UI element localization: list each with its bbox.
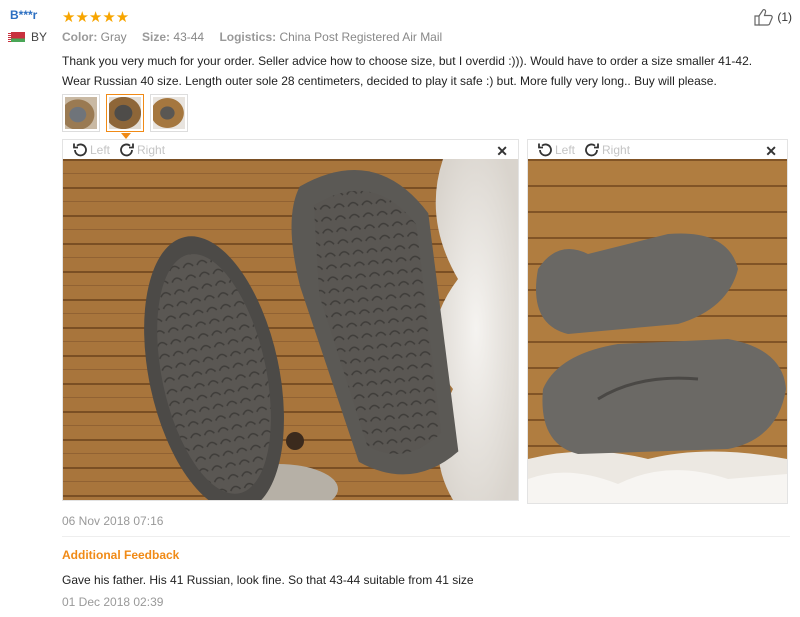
color-key: Color: bbox=[62, 30, 98, 44]
helpful-count: (1) bbox=[777, 10, 792, 24]
review-text: Thank you very much for your order. Sell… bbox=[62, 54, 753, 88]
thumbnail-image bbox=[153, 97, 185, 129]
thumbnail-image bbox=[65, 97, 97, 129]
reviewer-country: BY bbox=[8, 30, 58, 44]
reviewer-info: B***r BY bbox=[8, 8, 58, 44]
size-value: 43-44 bbox=[173, 30, 205, 44]
close-viewer-button[interactable]: ✕ bbox=[496, 143, 508, 160]
color-value: Gray bbox=[100, 30, 127, 44]
size-key: Size: bbox=[142, 30, 171, 44]
additional-feedback-date: 01 Dec 2018 02:39 bbox=[62, 595, 164, 609]
rotate-right-icon bbox=[585, 143, 599, 156]
photo-thumbnails bbox=[62, 94, 194, 139]
thumbnail-2[interactable] bbox=[106, 94, 144, 139]
rotate-left-icon bbox=[73, 143, 87, 156]
order-attributes: Color: Gray Size: 43-44 Logistics: China… bbox=[62, 30, 454, 44]
rotate-right-button[interactable]: Right bbox=[583, 141, 630, 159]
rotate-left-button[interactable]: Left bbox=[536, 141, 575, 159]
shoe-covers-photo bbox=[528, 159, 787, 503]
divider bbox=[62, 536, 790, 537]
review-date: 06 Nov 2018 07:16 bbox=[62, 514, 164, 528]
viewer-toolbar: Left Right ✕ bbox=[63, 140, 518, 159]
reviewer-name: B***r bbox=[10, 8, 38, 22]
logistics-key: Logistics: bbox=[219, 30, 277, 44]
additional-feedback-heading: Additional Feedback bbox=[62, 548, 180, 562]
logistics-value: China Post Registered Air Mail bbox=[279, 30, 443, 44]
photo-viewer-2: Left Right ✕ bbox=[527, 139, 788, 504]
thumbs-up-icon bbox=[754, 9, 774, 26]
thumbnail-3[interactable] bbox=[150, 94, 188, 132]
country-code: BY bbox=[31, 30, 48, 44]
rotate-left-button[interactable]: Left bbox=[71, 141, 110, 159]
thumbnail-1[interactable] bbox=[62, 94, 100, 132]
viewer-toolbar: Left Right ✕ bbox=[528, 140, 787, 159]
close-viewer-button[interactable]: ✕ bbox=[765, 143, 777, 160]
rotate-right-label: Right bbox=[602, 142, 631, 157]
helpful-button[interactable]: (1) bbox=[754, 8, 792, 26]
photo-viewer-1: Left Right ✕ bbox=[62, 139, 519, 501]
rotate-left-label: Left bbox=[90, 142, 111, 157]
rotate-right-label: Right bbox=[137, 142, 166, 157]
rotate-left-label: Left bbox=[555, 142, 576, 157]
rotate-right-icon bbox=[120, 143, 134, 156]
rotate-left-icon bbox=[538, 143, 552, 156]
additional-feedback-text: Gave his father. His 41 Russian, look fi… bbox=[62, 573, 474, 587]
thumbnail-image bbox=[109, 97, 141, 129]
star-rating: ★★★★★ bbox=[62, 9, 130, 26]
shoe-soles-photo bbox=[63, 159, 518, 500]
rotate-right-button[interactable]: Right bbox=[118, 141, 165, 159]
review-photo-1 bbox=[63, 159, 518, 500]
belarus-flag-icon bbox=[8, 32, 25, 42]
review-photo-2 bbox=[528, 159, 787, 503]
